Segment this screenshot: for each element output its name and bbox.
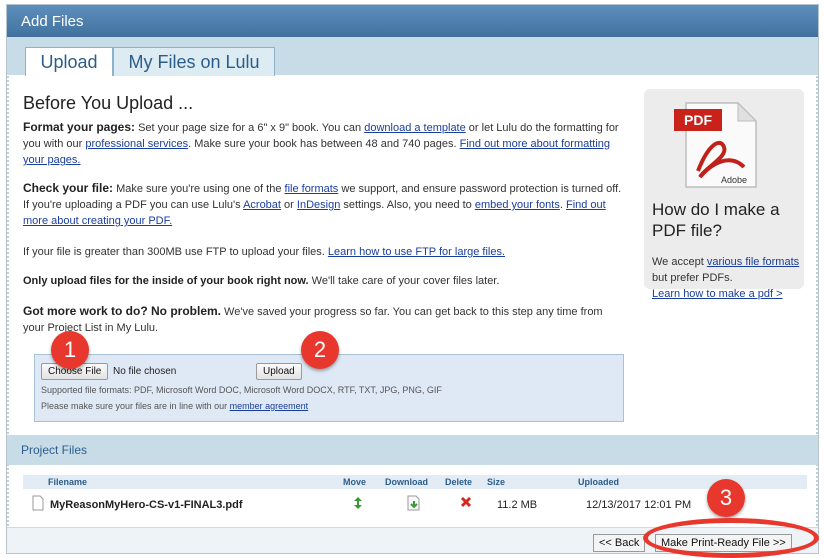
check-lead: Check your file: <box>23 181 114 195</box>
move-icon[interactable] <box>353 496 363 510</box>
window-title: Add Files <box>21 13 84 30</box>
tab-upload[interactable]: Upload <box>25 47 113 76</box>
pdf-help-text-1: We accept <box>652 256 707 268</box>
pdf-help-panel: PDF Adobe How do I make a PDF file? We a… <box>644 89 804 300</box>
header-filename: Filename <box>48 477 88 487</box>
header-move: Move <box>343 477 367 487</box>
step-badge-2: 2 <box>301 331 339 369</box>
supported-formats-text: Supported file formats: PDF, Microsoft W… <box>41 385 442 395</box>
page-title: Before You Upload ... <box>23 93 194 113</box>
embed-fonts-link[interactable]: embed your fonts <box>475 199 560 211</box>
ftp-text: If your file is greater than 300MB use F… <box>23 246 328 258</box>
pdf-icon-label: PDF <box>684 112 712 128</box>
header-download: Download <box>385 477 428 487</box>
header-size: Size <box>487 477 506 487</box>
highlight-ring <box>643 518 819 558</box>
header-uploaded: Uploaded <box>578 477 620 487</box>
upload-button[interactable]: Upload <box>256 363 302 380</box>
check-text-3: or <box>280 199 297 211</box>
agreement-note: Please make sure your files are in line … <box>41 401 308 411</box>
delete-icon[interactable] <box>460 496 472 508</box>
indesign-link[interactable]: InDesign <box>297 199 340 211</box>
member-agreement-link[interactable]: member agreement <box>230 401 309 411</box>
header-delete: Delete <box>445 477 473 487</box>
adobe-icon-label: Adobe <box>721 175 747 185</box>
project-files-title: Project Files <box>21 443 88 457</box>
inside-only-paragraph: Only upload files for the inside of your… <box>23 273 623 289</box>
file-size: 11.2 MB <box>497 499 538 511</box>
check-text-4: settings. Also, you need to <box>340 199 475 211</box>
project-files-header: Project Files <box>7 435 818 465</box>
format-pages-paragraph: Format your pages: Set your page size fo… <box>23 119 623 168</box>
ftp-paragraph: If your file is greater than 300MB use F… <box>23 244 623 260</box>
title-bar: Add Files <box>7 5 818 37</box>
more-lead: Got more work to do? No problem. <box>23 304 221 318</box>
download-icon[interactable] <box>407 495 421 511</box>
table-header: Filename Move Download Delete Size Uploa… <box>23 475 807 489</box>
acrobat-link[interactable]: Acrobat <box>243 199 281 211</box>
inside-lead: Only upload files for the inside of your… <box>23 275 309 287</box>
file-formats-link[interactable]: file formats <box>285 183 339 195</box>
back-button[interactable]: << Back <box>593 534 646 552</box>
agreement-text: Please make sure your files are in line … <box>41 401 230 411</box>
upload-panel: Before You Upload ... Format your pages:… <box>7 75 818 435</box>
download-template-link[interactable]: download a template <box>364 122 466 134</box>
pdf-help-text: We accept various file formats but prefe… <box>652 254 802 302</box>
pdf-help-text-2: but prefer PDFs. <box>652 272 733 284</box>
add-files-window: Add Files Upload My Files on Lulu Before… <box>6 4 819 554</box>
step-badge-3: 3 <box>707 479 745 517</box>
file-uploaded: 12/13/2017 12:01 PM <box>586 499 692 511</box>
format-text-3: . Make sure your book has between 48 and… <box>188 138 460 150</box>
step-badge-1: 1 <box>51 331 89 369</box>
pdf-question-heading: How do I make a PDF file? <box>652 200 780 240</box>
tab-my-files-on-lulu[interactable]: My Files on Lulu <box>113 47 275 76</box>
file-icon <box>32 495 44 511</box>
file-name: MyReasonMyHero-CS-v1-FINAL3.pdf <box>50 499 243 511</box>
various-formats-link[interactable]: various file formats <box>707 256 799 268</box>
ftp-link[interactable]: Learn how to use FTP for large files. <box>328 246 505 258</box>
inside-text: We'll take care of your cover files late… <box>308 275 500 287</box>
pdf-file-icon: PDF Adobe <box>674 101 758 188</box>
professional-services-link[interactable]: professional services <box>85 138 188 150</box>
tab-strip: Upload My Files on Lulu <box>7 37 818 76</box>
make-pdf-link[interactable]: Learn how to make a pdf > <box>652 288 783 300</box>
format-text-1: Set your page size for a 6" x 9" book. Y… <box>135 122 365 134</box>
no-file-chosen-label: No file chosen <box>113 366 177 377</box>
check-file-paragraph: Check your file: Make sure you're using … <box>23 180 623 229</box>
format-lead: Format your pages: <box>23 120 136 134</box>
check-text-1: Make sure you're using one of the <box>113 183 285 195</box>
